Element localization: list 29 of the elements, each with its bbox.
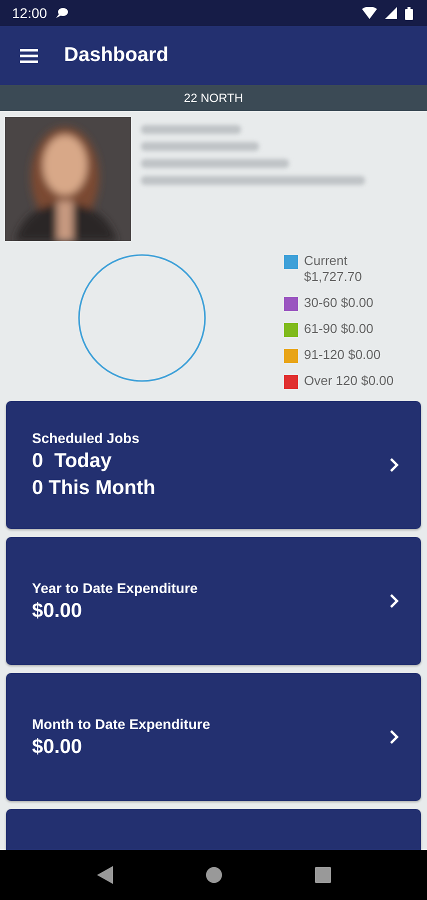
wifi-icon — [362, 7, 377, 19]
summary-card[interactable]: Scheduled Jobs 0 Today 0 This Month — [6, 401, 421, 529]
summary-card[interactable]: Month to Date Expenditure $0.00 — [6, 673, 421, 801]
back-icon[interactable] — [96, 866, 112, 884]
summary-card[interactable]: Year to Date Expenditure $0.00 — [6, 537, 421, 665]
card-value: $0.00 — [32, 736, 84, 758]
signal-icon — [385, 7, 397, 19]
card-label: Scheduled Jobs — [32, 430, 140, 446]
legend-label: 91-120 $0.00 — [304, 347, 381, 363]
legend-label: Over 120 $0.00 — [304, 373, 394, 389]
card-value: 0 This Month — [32, 477, 156, 500]
card-label: Month to Date Expenditure — [32, 716, 212, 732]
legend-label: 30-60 $0.00 — [304, 295, 374, 311]
chevron-right-icon — [389, 457, 399, 473]
card-value: $0.00 — [32, 600, 84, 622]
battery-icon — [405, 6, 413, 20]
card-value: 0 Today — [32, 450, 113, 473]
chevron-right-icon — [389, 593, 399, 609]
home-icon[interactable] — [206, 867, 222, 883]
legend-label: Current $1,727.70 — [304, 253, 362, 285]
menu-icon[interactable] — [20, 48, 38, 62]
chevron-right-icon — [389, 729, 399, 745]
location-banner: 22 NORTH — [0, 85, 427, 111]
notification-icon — [55, 7, 70, 19]
card-label: Year to Date Expenditure — [32, 580, 199, 596]
status-time: 12:00 — [12, 5, 48, 21]
legend-label: 61-90 $0.00 — [304, 321, 374, 337]
recents-icon[interactable] — [314, 867, 330, 883]
screen-title: Dashboard — [64, 44, 168, 67]
